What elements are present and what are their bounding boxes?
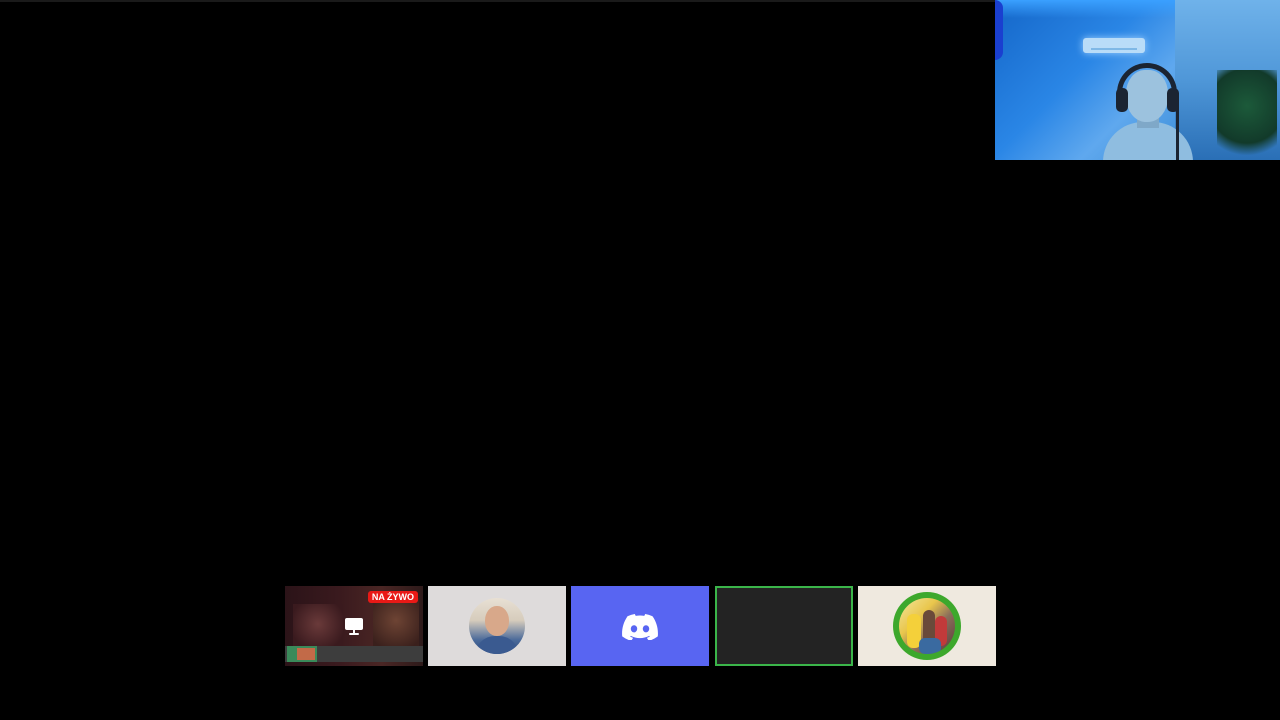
group-avatar-photo	[899, 598, 955, 654]
stream-preview-tile[interactable]: NA ŻYWO	[285, 586, 423, 666]
headphone-cable	[1176, 106, 1179, 160]
webcam-led-light	[995, 0, 1003, 60]
group-member	[919, 638, 941, 654]
discord-icon	[622, 614, 658, 640]
headphone-left-cup	[1116, 88, 1128, 112]
group-avatar-tile[interactable]	[858, 586, 996, 666]
main-stream-area[interactable]	[0, 2, 995, 582]
stream-preview-chat-badge	[297, 648, 315, 660]
webcam-air-conditioner	[1083, 38, 1145, 53]
user-avatar-tile[interactable]	[428, 586, 566, 666]
discord-tile[interactable]	[571, 586, 709, 666]
avatar-shirt	[475, 636, 519, 654]
tile-bar: NA ŻYWO	[285, 586, 996, 666]
live-badge: NA ŻYWO	[367, 591, 418, 603]
stream-view: NA ŻYWO	[0, 0, 1280, 720]
webcam-plant	[1217, 70, 1277, 160]
empty-tile-selected[interactable]	[715, 586, 853, 666]
avatar-face	[485, 606, 509, 636]
group-avatar	[893, 592, 961, 660]
user-avatar	[469, 598, 525, 654]
screen-share-icon	[345, 618, 363, 635]
webcam-overlay	[995, 0, 1280, 160]
webcam-air-conditioner-vent	[1091, 48, 1137, 50]
